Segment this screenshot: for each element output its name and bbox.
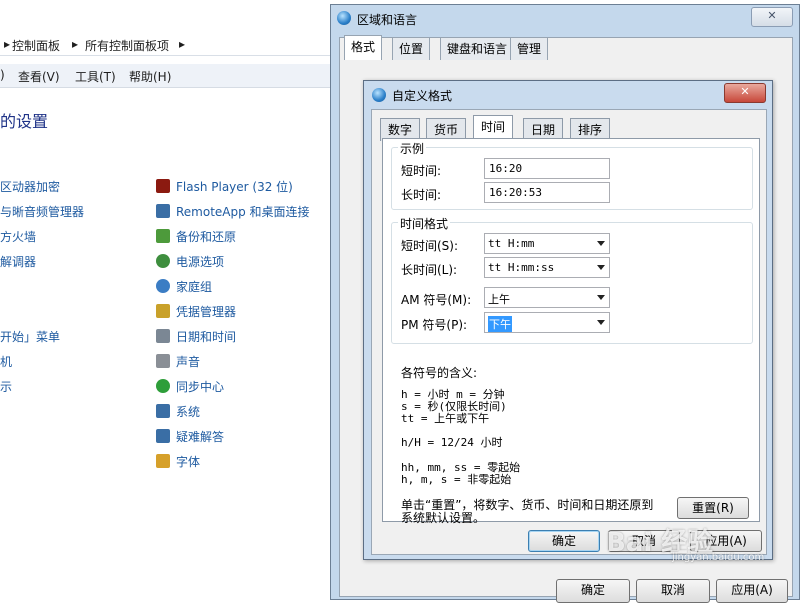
clock-icon — [156, 329, 170, 343]
globe-icon — [337, 11, 351, 25]
cp-item-troubleshoot[interactable]: 疑难解答 — [156, 428, 224, 445]
cp-item-credential[interactable]: 凭据管理器 — [156, 303, 236, 320]
power-icon — [156, 254, 170, 268]
cp-item-homegroup[interactable]: 家庭组 — [156, 278, 212, 295]
system-icon — [156, 404, 170, 418]
time-formats-group: 时间格式 短时间(S): tt H:mm 长时间(L): tt H:mm:ss … — [391, 215, 753, 344]
custom-dialog-body: 数字 货币 时间 日期 排序 示例 短时间: 16:20 长时间: 16:20:… — [371, 109, 767, 555]
breadcrumb-arrow-icon: ▸ — [4, 37, 11, 51]
symbol-meaning-line: tt = 上午或下午 — [401, 412, 490, 425]
homegroup-icon — [156, 279, 170, 293]
long-time-format-label: 长时间(L): — [401, 263, 458, 277]
short-time-format-value: tt H:mm — [488, 237, 535, 250]
chevron-down-icon — [597, 320, 605, 325]
menu-bar: ) 查看(V) 工具(T) 帮助(H) — [0, 64, 330, 88]
breadcrumb-arrow-icon: ▸ — [72, 37, 79, 51]
cp-item-sound[interactable]: 声音 — [156, 353, 200, 370]
breadcrumb-control-panel[interactable]: 控制面板 — [12, 37, 60, 54]
tab-keyboards[interactable]: 键盘和语言 — [440, 37, 515, 60]
page-heading: 的设置 — [0, 112, 49, 131]
example-group: 示例 短时间: 16:20 长时间: 16:20:53 — [391, 140, 753, 210]
address-bar[interactable]: ▸ 控制面板 ▸ 所有控制面板项 ▸ — [0, 34, 330, 56]
pm-symbol-combo[interactable]: 下午 — [484, 312, 610, 333]
time-formats-group-label: 时间格式 — [398, 215, 451, 232]
short-time-format-combo[interactable]: tt H:mm — [484, 233, 610, 254]
cp-item-sync[interactable]: 同步中心 — [156, 378, 224, 395]
credential-icon — [156, 304, 170, 318]
example-group-label: 示例 — [398, 140, 427, 157]
short-time-example-label: 短时间: — [401, 164, 442, 178]
chevron-down-icon — [597, 241, 605, 246]
am-symbol-value: 上午 — [488, 293, 510, 306]
cp-left-item[interactable]: 解调器 — [0, 253, 36, 270]
short-time-example-field: 16:20 — [484, 158, 610, 179]
menu-view[interactable]: 查看(V) — [18, 68, 60, 85]
customize-format-dialog: 自定义格式 ✕ 数字 货币 时间 日期 排序 示例 短时间: 16:20 长时间… — [363, 80, 773, 560]
menu-item-partial[interactable]: ) — [0, 68, 5, 82]
menu-tools[interactable]: 工具(T) — [75, 68, 116, 85]
sync-icon — [156, 379, 170, 393]
flash-icon — [156, 179, 170, 193]
speaker-icon — [156, 354, 170, 368]
tab-location[interactable]: 位置 — [392, 37, 431, 60]
long-time-example-field: 16:20:53 — [484, 182, 610, 203]
cp-item-remoteapp[interactable]: RemoteApp 和桌面连接 — [156, 203, 310, 220]
breadcrumb-arrow-icon: ▸ — [179, 37, 186, 51]
symbol-meaning-title: 各符号的含义: — [401, 366, 478, 380]
long-time-format-combo[interactable]: tt H:mm:ss — [484, 257, 610, 278]
region-apply-button[interactable]: 应用(A) — [716, 579, 788, 603]
cp-left-item[interactable]: 示 — [0, 378, 12, 395]
cp-left-item[interactable]: 机 — [0, 353, 12, 370]
short-time-format-label: 短时间(S): — [401, 239, 459, 253]
chevron-down-icon — [597, 295, 605, 300]
cp-item-datetime[interactable]: 日期和时间 — [156, 328, 236, 345]
custom-dialog-title: 自定义格式 — [392, 89, 453, 103]
baidu-watermark-url: jingyan.baidu.com — [672, 552, 765, 563]
symbol-meaning-line: h/H = 12/24 小时 — [401, 436, 503, 449]
cp-item-power[interactable]: 电源选项 — [156, 253, 224, 270]
region-cancel-button[interactable]: 取消 — [636, 579, 710, 603]
font-icon — [156, 454, 170, 468]
remote-desktop-icon — [156, 204, 170, 218]
region-dialog-title: 区域和语言 — [357, 13, 418, 27]
cp-left-item[interactable]: 方火墙 — [0, 228, 36, 245]
tab-formats[interactable]: 格式 — [344, 35, 383, 60]
tab-administrative[interactable]: 管理 — [510, 37, 549, 60]
region-ok-button[interactable]: 确定 — [556, 579, 630, 603]
reset-button[interactable]: 重置(R) — [677, 497, 749, 519]
am-symbol-combo[interactable]: 上午 — [484, 287, 610, 308]
long-time-example-label: 长时间: — [401, 188, 442, 202]
breadcrumb-all-items[interactable]: 所有控制面板项 — [85, 37, 169, 54]
globe-icon — [372, 88, 386, 102]
region-close-button[interactable]: ✕ — [751, 7, 793, 27]
symbol-meaning-line: h, m, s = 非零起始 — [401, 473, 512, 486]
time-tab-page: 示例 短时间: 16:20 长时间: 16:20:53 时间格式 短时间(S):… — [382, 138, 760, 525]
control-panel-content: 的设置 区动器加密 与晰音频管理器 方火墙 解调器 开始」菜单 机 示 Flas… — [0, 88, 330, 600]
cp-left-item[interactable]: 区动器加密 — [0, 178, 60, 195]
pm-symbol-label: PM 符号(P): — [401, 318, 468, 332]
troubleshoot-icon — [156, 429, 170, 443]
cp-item-system[interactable]: 系统 — [156, 403, 200, 420]
cp-left-item[interactable]: 与晰音频管理器 — [0, 203, 84, 220]
am-symbol-label: AM 符号(M): — [401, 293, 472, 307]
cp-item-flash-player[interactable]: Flash Player (32 位) — [156, 178, 293, 195]
long-time-format-value: tt H:mm:ss — [488, 261, 555, 274]
cp-item-fonts[interactable]: 字体 — [156, 453, 200, 470]
pm-symbol-value: 下午 — [488, 316, 512, 332]
custom-ok-button[interactable]: 确定 — [528, 530, 600, 552]
cp-item-backup[interactable]: 备份和还原 — [156, 228, 236, 245]
chevron-down-icon — [597, 265, 605, 270]
custom-close-button[interactable]: ✕ — [724, 83, 766, 103]
menu-help[interactable]: 帮助(H) — [129, 68, 171, 85]
cp-left-item[interactable]: 开始」菜单 — [0, 328, 60, 345]
backup-icon — [156, 229, 170, 243]
